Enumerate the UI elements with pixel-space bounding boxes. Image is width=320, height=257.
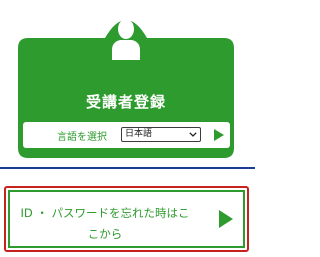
language-select[interactable]: 日本語 — [121, 127, 201, 142]
section-divider — [0, 167, 255, 169]
forgot-password-label: ID ・ パスワードを忘れた時はここから — [20, 206, 190, 241]
user-avatar-icon — [112, 19, 140, 60]
forgot-password-button[interactable]: ID ・ パスワードを忘れた時はここから — [4, 186, 249, 252]
forgot-password-inner[interactable]: ID ・ パスワードを忘れた時はここから — [8, 190, 245, 248]
arrow-right-icon — [219, 210, 233, 228]
registration-panel: 受講者登録 言語を選択 日本語 — [8, 8, 244, 158]
chevron-down-icon — [189, 132, 197, 137]
language-select-value: 日本語 — [125, 129, 153, 139]
language-selector-bar: 言語を選択 日本語 — [23, 122, 230, 148]
language-go-arrow-icon[interactable] — [213, 128, 225, 142]
language-label: 言語を選択 — [57, 132, 107, 143]
registration-title: 受講者登録 — [85, 93, 166, 111]
